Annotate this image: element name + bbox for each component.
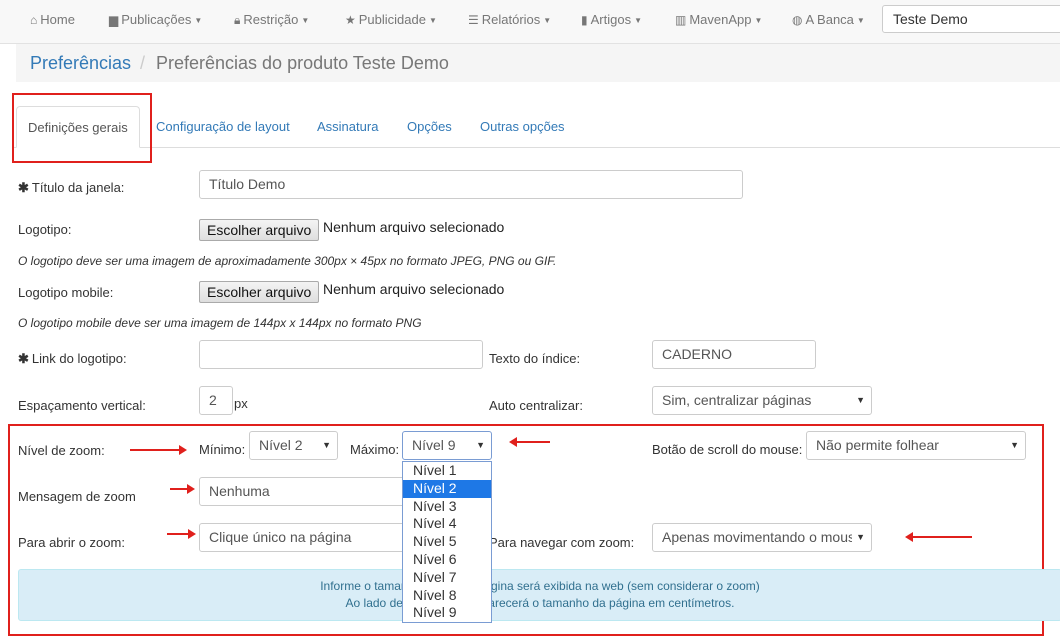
file-icon: ▆ (109, 13, 119, 27)
breadcrumb-preferencias-link[interactable]: Preferências (30, 53, 131, 74)
info-line-1: Informe o tamanho em que a página será e… (320, 579, 760, 593)
dropdown-option[interactable]: Nível 8 (403, 587, 491, 605)
annotation-arrow (170, 484, 195, 494)
chevron-down-icon: ▼ (852, 532, 865, 542)
nav-artigos[interactable]: ▮ Artigos ▼ (581, 12, 642, 27)
chevron-down-icon: ▼ (634, 16, 642, 25)
scroll-button-label: Botão de scroll do mouse: (652, 442, 803, 457)
barcode-icon: ▥ (675, 13, 687, 27)
annotation-highlight-tab (12, 93, 152, 163)
nav-publicacoes[interactable]: ▆ Publicações ▼ (109, 12, 202, 27)
title-label: ✱ Título da janela: (18, 180, 125, 195)
scroll-button-select[interactable]: Não permite folhear ▼ (806, 431, 1026, 460)
annotation-arrow (905, 532, 972, 542)
breadcrumb-separator: / (140, 53, 146, 73)
chevron-down-icon: ▼ (322, 440, 331, 450)
zoom-message-label: Mensagem de zoom (18, 489, 136, 504)
open-zoom-label: Para abrir o zoom: (18, 535, 125, 550)
zoom-max-select[interactable]: Nível 9 ▼ (402, 431, 492, 460)
nav-relatorios[interactable]: ☰ Relatórios ▼ (468, 12, 551, 27)
navigate-zoom-select[interactable]: Apenas movimentando o mouse ▼ (652, 523, 872, 552)
breadcrumb: Preferências / Preferências do produto T… (16, 44, 1060, 82)
tab-outras-opcoes[interactable]: Outras opções (480, 119, 565, 134)
window-title-input[interactable]: Título Demo (199, 170, 743, 199)
lock-icon: 🔒︎ (234, 13, 241, 27)
list-icon: ☰ (468, 13, 479, 27)
home-icon: ⌂ (30, 13, 38, 27)
annotation-arrow (167, 529, 196, 539)
tab-opcoes[interactable]: Opções (407, 119, 452, 134)
tab-assinatura[interactable]: Assinatura (317, 119, 378, 134)
bookmark-icon: ▮ (581, 13, 588, 27)
logo-help-text: O logotipo deve ser uma imagem de aproxi… (18, 254, 557, 268)
dropdown-option[interactable]: Nível 3 (403, 498, 491, 516)
zoom-max-dropdown-list: Nível 1 Nível 2 Nível 3 Nível 4 Nível 5 … (402, 461, 492, 623)
zoom-message-input[interactable]: Nenhuma (199, 477, 409, 506)
chevron-down-icon: ▼ (754, 16, 763, 25)
zoom-min-select[interactable]: Nível 2 ▼ (249, 431, 338, 460)
chevron-down-icon: ▼ (856, 16, 865, 25)
dropdown-option[interactable]: Nível 5 (403, 533, 491, 551)
star-icon: ★ (345, 13, 356, 27)
info-line-2: Ao lado de cada campo aparecerá o tamanh… (345, 596, 735, 610)
nav-restricao[interactable]: 🔒︎ Restrição ▼ (234, 12, 309, 28)
vertical-spacing-input[interactable]: 2 (199, 386, 233, 415)
dropdown-option[interactable]: Nível 6 (403, 551, 491, 569)
logo-file-button[interactable]: Escolher arquivo (199, 219, 320, 241)
info-alert: Informe o tamanho em que a página será e… (18, 569, 1060, 621)
zoom-max-label: Máximo: (350, 442, 400, 457)
tabs-divider (14, 147, 1060, 148)
chevron-down-icon: ▼ (194, 16, 203, 25)
chevron-down-icon: ▼ (476, 440, 485, 450)
dropdown-option-highlighted[interactable]: Nível 2 (403, 479, 491, 498)
globe-icon: ◍ (792, 13, 803, 27)
nav-home[interactable]: ⌂ Home (30, 12, 75, 27)
zoom-level-label: Nível de zoom: (18, 443, 105, 458)
zoom-min-label: Mínimo: (199, 442, 246, 457)
logo-label: Logotipo: (18, 222, 72, 237)
chevron-down-icon: ▼ (856, 395, 865, 405)
dropdown-option[interactable]: Nível 4 (403, 515, 491, 533)
dropdown-option[interactable]: Nível 9 (403, 604, 491, 622)
vertical-spacing-unit: px (234, 396, 248, 411)
annotation-arrow (130, 445, 187, 455)
logo-mobile-help-text: O logotipo mobile deve ser uma imagem de… (18, 316, 422, 330)
logo-link-label: ✱ Link do logotipo: (18, 351, 127, 366)
index-text-label: Texto do índice: (489, 351, 581, 366)
logo-mobile-file-button[interactable]: Escolher arquivo (199, 281, 320, 303)
top-navbar: ⌂ Home ▆ Publicações ▼ 🔒︎ Restrição ▼ ★ Public… (0, 0, 1060, 44)
vertical-spacing-label: Espaçamento vertical: (18, 398, 146, 413)
navigate-zoom-label: Para navegar com zoom: (489, 535, 635, 550)
auto-center-label: Auto centralizar: (489, 398, 583, 413)
chevron-down-icon: ▼ (428, 16, 437, 25)
nav-mavenapp[interactable]: ▥ MavenApp ▼ (675, 12, 762, 27)
nav-a-banca[interactable]: ◍ A Banca ▼ (792, 12, 865, 27)
chevron-down-icon: ▼ (1010, 440, 1019, 450)
dropdown-option[interactable]: Nível 1 (403, 462, 491, 480)
auto-center-select[interactable]: Sim, centralizar páginas ▼ (652, 386, 872, 415)
logo-mobile-label: Logotipo mobile: (18, 285, 114, 300)
logo-link-input[interactable] (199, 340, 483, 369)
logo-file-status: Nenhum arquivo selecionado (323, 219, 505, 235)
logo-mobile-file-status: Nenhum arquivo selecionado (323, 281, 505, 297)
chevron-down-icon: ▼ (301, 16, 310, 25)
annotation-arrow (509, 437, 550, 447)
chevron-down-icon: ▼ (543, 16, 552, 25)
index-text-input[interactable]: CADERNO (652, 340, 816, 369)
search-input[interactable] (882, 5, 1060, 33)
page-title: Preferências do produto Teste Demo (156, 53, 449, 73)
tab-configuracao-layout[interactable]: Configuração de layout (156, 119, 290, 134)
dropdown-option[interactable]: Nível 7 (403, 569, 491, 587)
nav-publicidade[interactable]: ★ Publicidade ▼ (345, 12, 437, 27)
open-zoom-input[interactable]: Clique único na página (199, 523, 409, 552)
